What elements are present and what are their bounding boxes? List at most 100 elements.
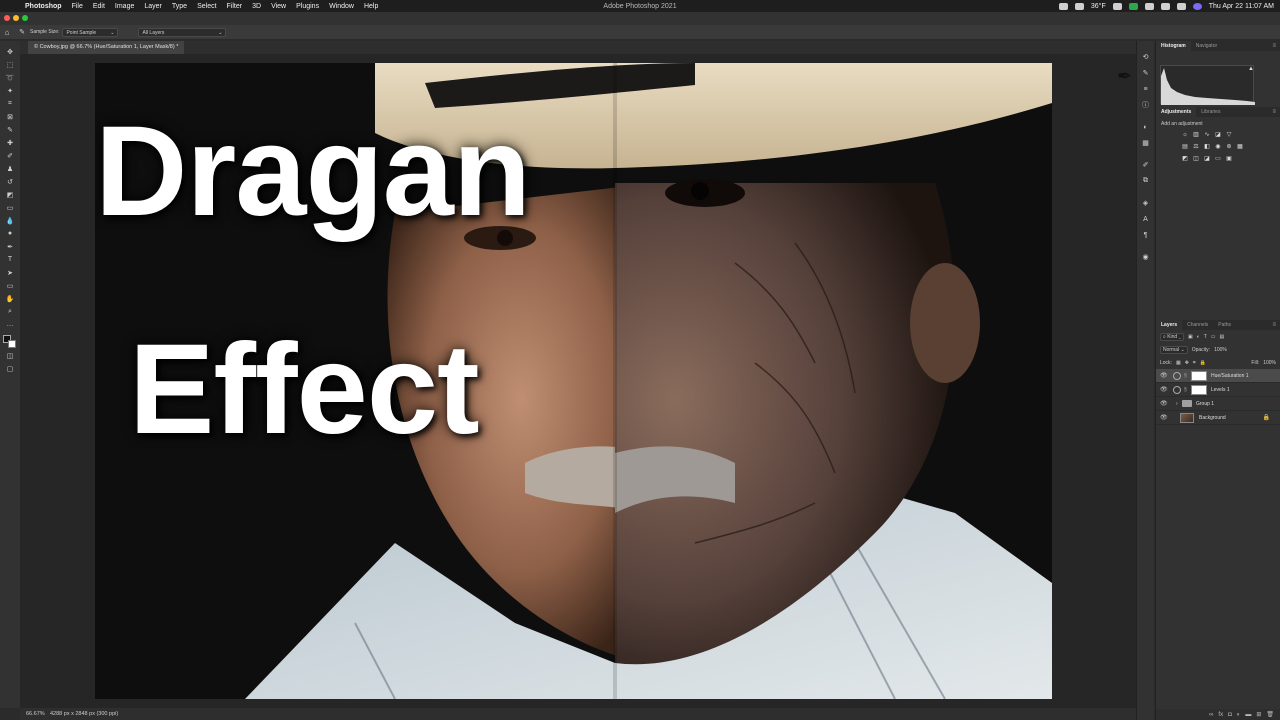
visibility-eye-icon[interactable]: 👁	[1160, 400, 1170, 407]
color-icon[interactable]: ◐	[1140, 121, 1152, 133]
color-balance-icon[interactable]: ⚖	[1192, 144, 1200, 151]
info-icon[interactable]: ⓘ	[1140, 99, 1152, 111]
canvas-area[interactable]: Dragan Effect	[20, 54, 1136, 708]
history-brush-icon[interactable]: ↺	[4, 175, 16, 188]
menu-window[interactable]: Window	[324, 3, 359, 10]
weather-temperature[interactable]: 36°F	[1091, 3, 1106, 10]
paragraph-icon[interactable]: ¶	[1140, 229, 1152, 241]
color-swatches[interactable]	[3, 335, 17, 349]
color-lookup-icon[interactable]: ▦	[1236, 144, 1244, 151]
tab-layers[interactable]: Layers	[1156, 320, 1183, 330]
layer-row-hue-saturation[interactable]: 👁 § Hue/Saturation 1	[1156, 369, 1280, 383]
sample-size-select[interactable]: Point Sample ⌄	[62, 27, 119, 37]
eyedropper-icon[interactable]: ✎	[4, 123, 16, 136]
hand-tool-icon[interactable]: ✋	[4, 292, 16, 305]
minimize-window-button[interactable]	[13, 15, 19, 21]
filter-shape-icon[interactable]: ▭	[1211, 334, 1216, 340]
dodge-tool-icon[interactable]: ●	[4, 227, 16, 240]
new-layer-icon[interactable]: ⊞	[1256, 711, 1261, 718]
warning-icon[interactable]: ▲	[1248, 66, 1254, 72]
battery-icon[interactable]	[1144, 2, 1154, 10]
background-color[interactable]	[8, 340, 16, 348]
frame-tool-icon[interactable]: ⊠	[4, 110, 16, 123]
channel-mixer-icon[interactable]: ⊛	[1225, 144, 1233, 151]
menu-3d[interactable]: 3D	[247, 3, 266, 10]
menu-image[interactable]: Image	[110, 3, 139, 10]
app-status-icon[interactable]	[1128, 2, 1138, 10]
styles-icon[interactable]: ◈	[1140, 197, 1152, 209]
layer-name[interactable]: Group 1	[1196, 401, 1214, 407]
opacity-value[interactable]: 100%	[1214, 347, 1227, 353]
levels-icon[interactable]: ▥	[1192, 132, 1200, 139]
cloud-icon[interactable]	[1112, 2, 1122, 10]
more-tools-icon[interactable]: …	[4, 318, 16, 331]
eyedropper-tool-icon[interactable]: ✎	[14, 28, 30, 36]
eraser-tool-icon[interactable]: ◩	[4, 188, 16, 201]
quick-mask-icon[interactable]: ◫	[4, 349, 16, 362]
properties-icon[interactable]: ≡	[1140, 83, 1152, 95]
display-icon[interactable]	[1074, 2, 1084, 10]
wifi-icon[interactable]	[1160, 2, 1170, 10]
hue-saturation-icon[interactable]: ▤	[1181, 144, 1189, 151]
menu-select[interactable]: Select	[192, 3, 221, 10]
healing-brush-icon[interactable]: ✚	[4, 136, 16, 149]
document-canvas[interactable]: Dragan Effect	[95, 63, 1052, 699]
path-select-icon[interactable]: ➤	[4, 266, 16, 279]
filter-type-icon[interactable]: T	[1204, 334, 1207, 340]
move-tool-icon[interactable]: ✥	[4, 45, 16, 58]
home-icon[interactable]: ⌂	[0, 28, 14, 37]
menu-view[interactable]: View	[266, 3, 291, 10]
maximize-window-button[interactable]	[22, 15, 28, 21]
blur-tool-icon[interactable]: 💧	[4, 214, 16, 227]
clock[interactable]: Thu Apr 22 11:07 AM	[1209, 3, 1274, 10]
gradient-tool-icon[interactable]: ▭	[4, 201, 16, 214]
clone-stamp-icon[interactable]: ♟	[4, 162, 16, 175]
layer-mask-thumbnail[interactable]	[1191, 384, 1207, 395]
curves-icon[interactable]: ∿	[1203, 132, 1211, 139]
link-chain-icon[interactable]: §	[1184, 373, 1189, 379]
tab-histogram[interactable]: Histogram	[1156, 41, 1191, 51]
new-group-icon[interactable]: ▬	[1245, 712, 1251, 718]
blend-mode-select[interactable]: Normal ⌄	[1160, 345, 1188, 354]
panel-menu-icon[interactable]: ≡	[1272, 43, 1280, 49]
brightness-contrast-icon[interactable]: ☼	[1181, 132, 1189, 139]
lock-icon[interactable]: 🔒	[1263, 414, 1270, 421]
tab-libraries[interactable]: Libraries	[1196, 107, 1225, 117]
selective-color-icon[interactable]: ▣	[1225, 156, 1233, 163]
layer-row-background[interactable]: 👁 Background 🔒	[1156, 411, 1280, 425]
panel-menu-icon[interactable]: ≡	[1272, 109, 1280, 115]
tab-paths[interactable]: Paths	[1213, 320, 1236, 330]
kind-filter-select[interactable]: ⌕ Kind ⌄	[1160, 332, 1184, 341]
exposure-icon[interactable]: ◪	[1214, 132, 1222, 139]
panel-menu-icon[interactable]: ≡	[1272, 322, 1280, 328]
history-icon[interactable]: ⟲	[1140, 51, 1152, 63]
glyphs-icon[interactable]: ◉	[1140, 251, 1152, 263]
menu-photoshop[interactable]: Photoshop	[20, 3, 67, 10]
new-adjustment-icon[interactable]: ◐	[1237, 712, 1241, 718]
tab-adjustments[interactable]: Adjustments	[1156, 107, 1197, 117]
search-icon[interactable]	[1176, 2, 1186, 10]
visibility-eye-icon[interactable]: 👁	[1160, 372, 1170, 379]
layer-name[interactable]: Background	[1199, 415, 1226, 421]
lock-position-icon[interactable]: ✥	[1185, 360, 1189, 366]
layer-name[interactable]: Levels 1	[1211, 387, 1230, 393]
add-mask-icon[interactable]: ◘	[1228, 712, 1232, 718]
photo-filter-icon[interactable]: ◉	[1214, 144, 1222, 151]
shape-tool-icon[interactable]: ▭	[4, 279, 16, 292]
menu-filter[interactable]: Filter	[222, 3, 248, 10]
zoom-level[interactable]: 66.67%	[20, 711, 50, 717]
layer-row-levels[interactable]: 👁 § Levels 1	[1156, 383, 1280, 397]
pen-tool-icon[interactable]: ✒	[4, 240, 16, 253]
swatches-icon[interactable]: ▦	[1140, 137, 1152, 149]
trash-icon[interactable]: 🗑	[1266, 711, 1274, 718]
brush-settings-icon[interactable]: ✎	[1140, 67, 1152, 79]
menu-plugins[interactable]: Plugins	[291, 3, 324, 10]
menu-file[interactable]: File	[67, 3, 88, 10]
zoom-tool-icon[interactable]: ⌕	[4, 305, 16, 318]
tab-navigator[interactable]: Navigator	[1191, 41, 1222, 51]
filter-smart-object-icon[interactable]: ▤	[1220, 334, 1225, 340]
lock-pixels-icon[interactable]: ▦	[1176, 360, 1181, 366]
posterize-icon[interactable]: ◫	[1192, 156, 1200, 163]
menu-layer[interactable]: Layer	[139, 3, 167, 10]
layer-mask-thumbnail[interactable]	[1191, 370, 1207, 381]
